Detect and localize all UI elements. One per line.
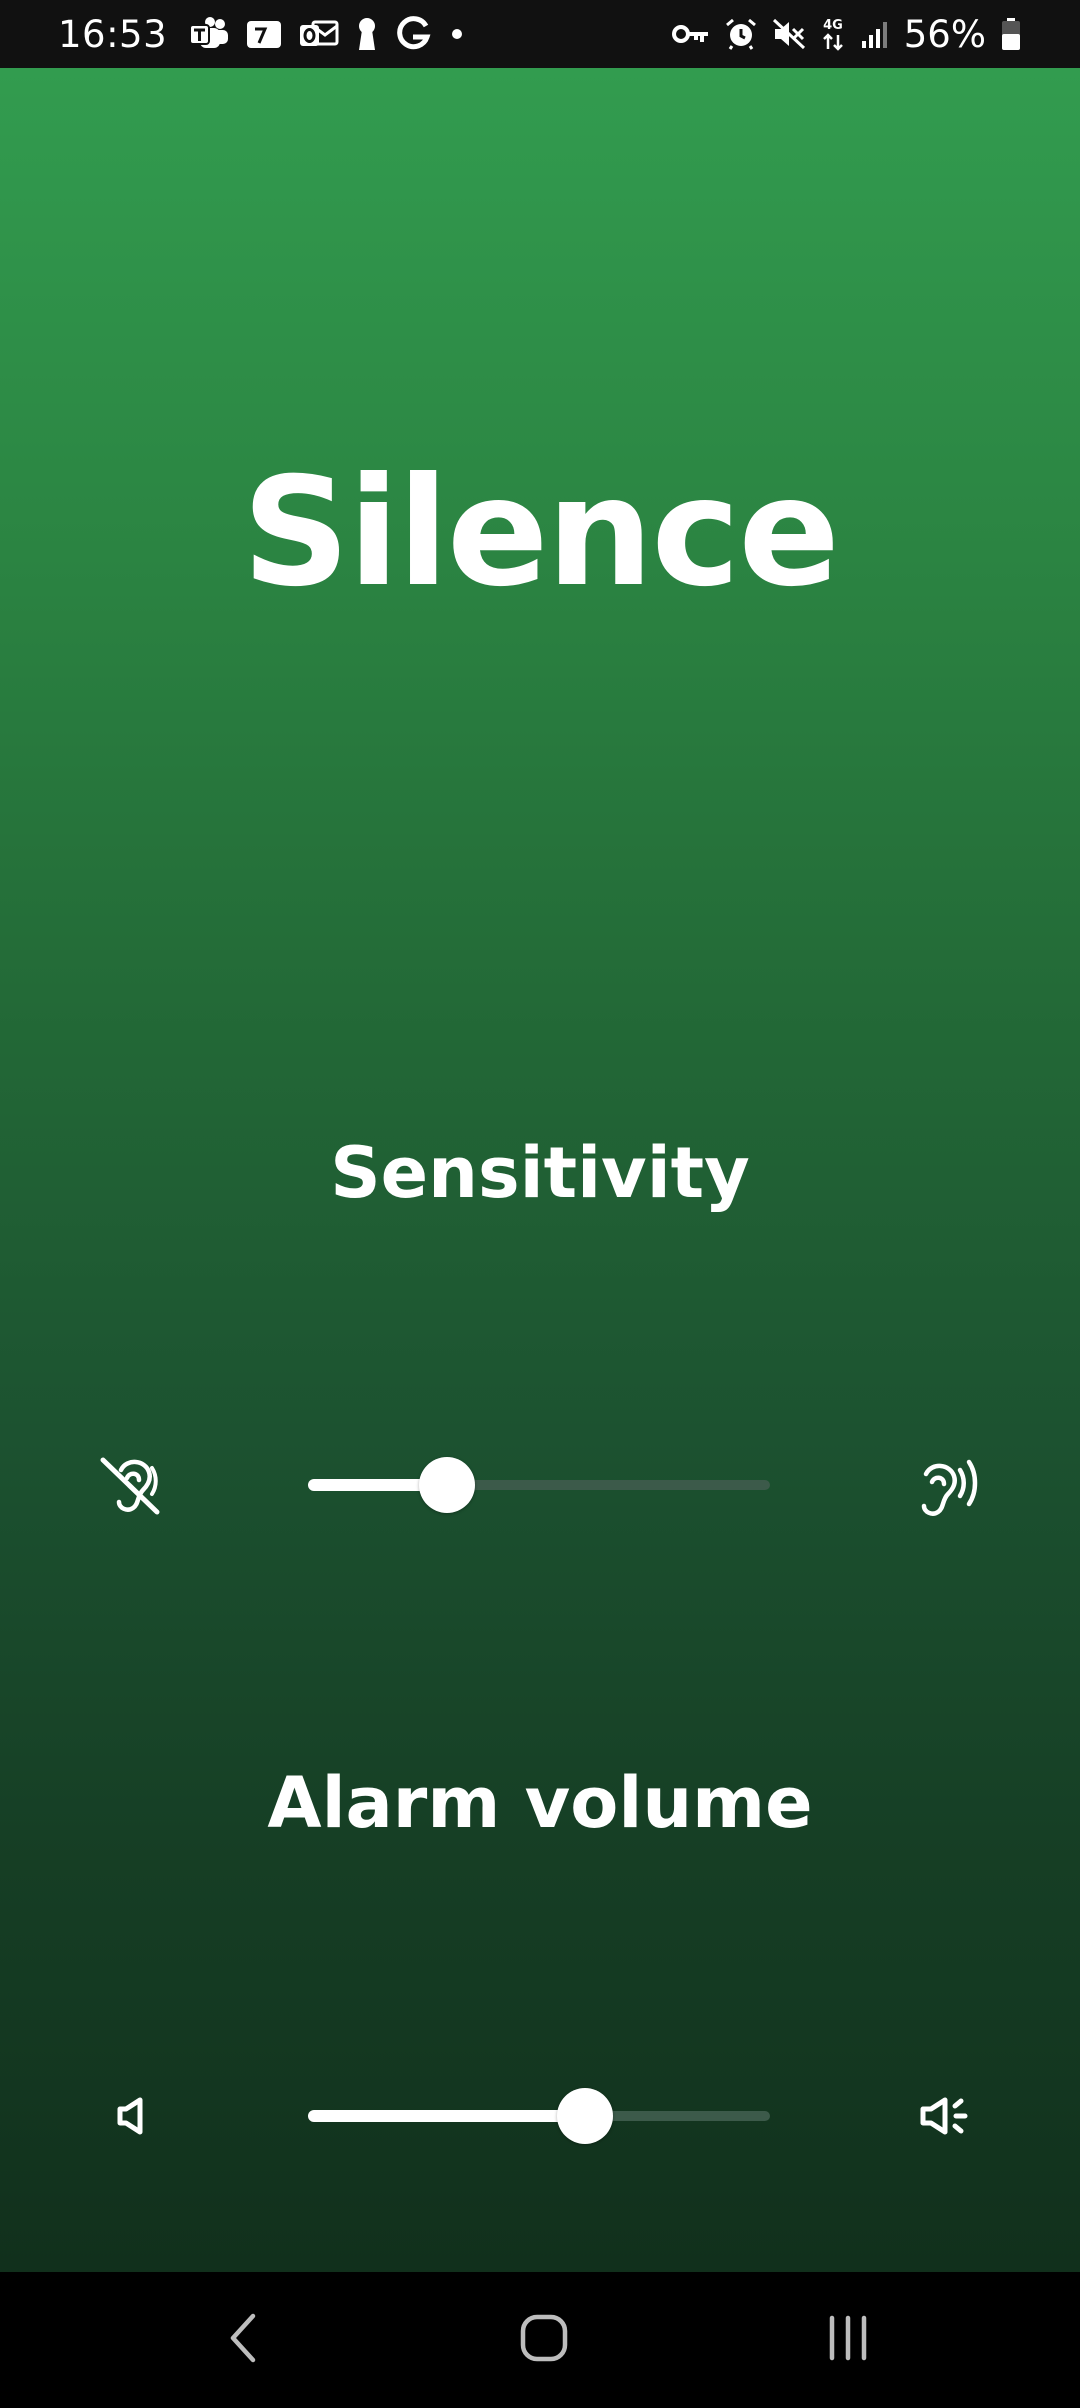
dot-icon xyxy=(447,24,467,44)
sensitivity-slider-thumb[interactable] xyxy=(418,1457,475,1513)
sensitivity-label: Sensitivity xyxy=(330,1132,750,1214)
keyhole-icon xyxy=(355,17,379,51)
alarm-volume-slider-fill xyxy=(308,2110,586,2122)
sensitivity-slider[interactable] xyxy=(308,1455,770,1515)
calendar-icon xyxy=(245,18,283,50)
alarm-icon xyxy=(724,17,758,51)
alarm-volume-slider-thumb[interactable] xyxy=(557,2088,614,2144)
home-button[interactable] xyxy=(494,2290,594,2390)
4g-data-icon: 4G xyxy=(820,16,846,52)
hearing-disabled-icon xyxy=(92,1445,172,1525)
svg-text:4G: 4G xyxy=(823,18,843,33)
status-bar: 16:53 4G 56% xyxy=(0,0,1080,68)
status-bar-right: 4G 56% xyxy=(671,12,1022,56)
navigation-bar xyxy=(0,2272,1080,2408)
recents-icon xyxy=(818,2308,878,2373)
sensitivity-row xyxy=(0,1425,1080,1545)
alarm-volume-label: Alarm volume xyxy=(267,1762,813,1844)
main-content: Silence Sensitivity Alarm volume xyxy=(0,68,1080,2272)
alarm-volume-slider[interactable] xyxy=(308,2086,770,2146)
battery-percent: 56% xyxy=(903,12,986,56)
status-time: 16:53 xyxy=(58,12,168,56)
outlook-icon xyxy=(299,18,339,50)
home-icon xyxy=(514,2308,574,2373)
volume-up-icon xyxy=(905,2076,985,2156)
hearing-icon xyxy=(905,1445,985,1525)
teams-icon xyxy=(189,17,229,51)
recents-button[interactable] xyxy=(798,2290,898,2390)
alarm-volume-row xyxy=(0,2056,1080,2176)
mute-icon xyxy=(772,17,806,51)
signal-icon xyxy=(860,19,890,49)
status-bar-left: 16:53 xyxy=(58,13,467,56)
google-icon xyxy=(395,16,431,52)
vpn-key-icon xyxy=(671,22,710,46)
volume-mute-icon xyxy=(92,2076,172,2156)
battery-icon xyxy=(1000,17,1022,51)
back-button[interactable] xyxy=(193,2290,293,2390)
back-icon xyxy=(223,2308,263,2373)
page-title: Silence xyxy=(241,446,840,620)
